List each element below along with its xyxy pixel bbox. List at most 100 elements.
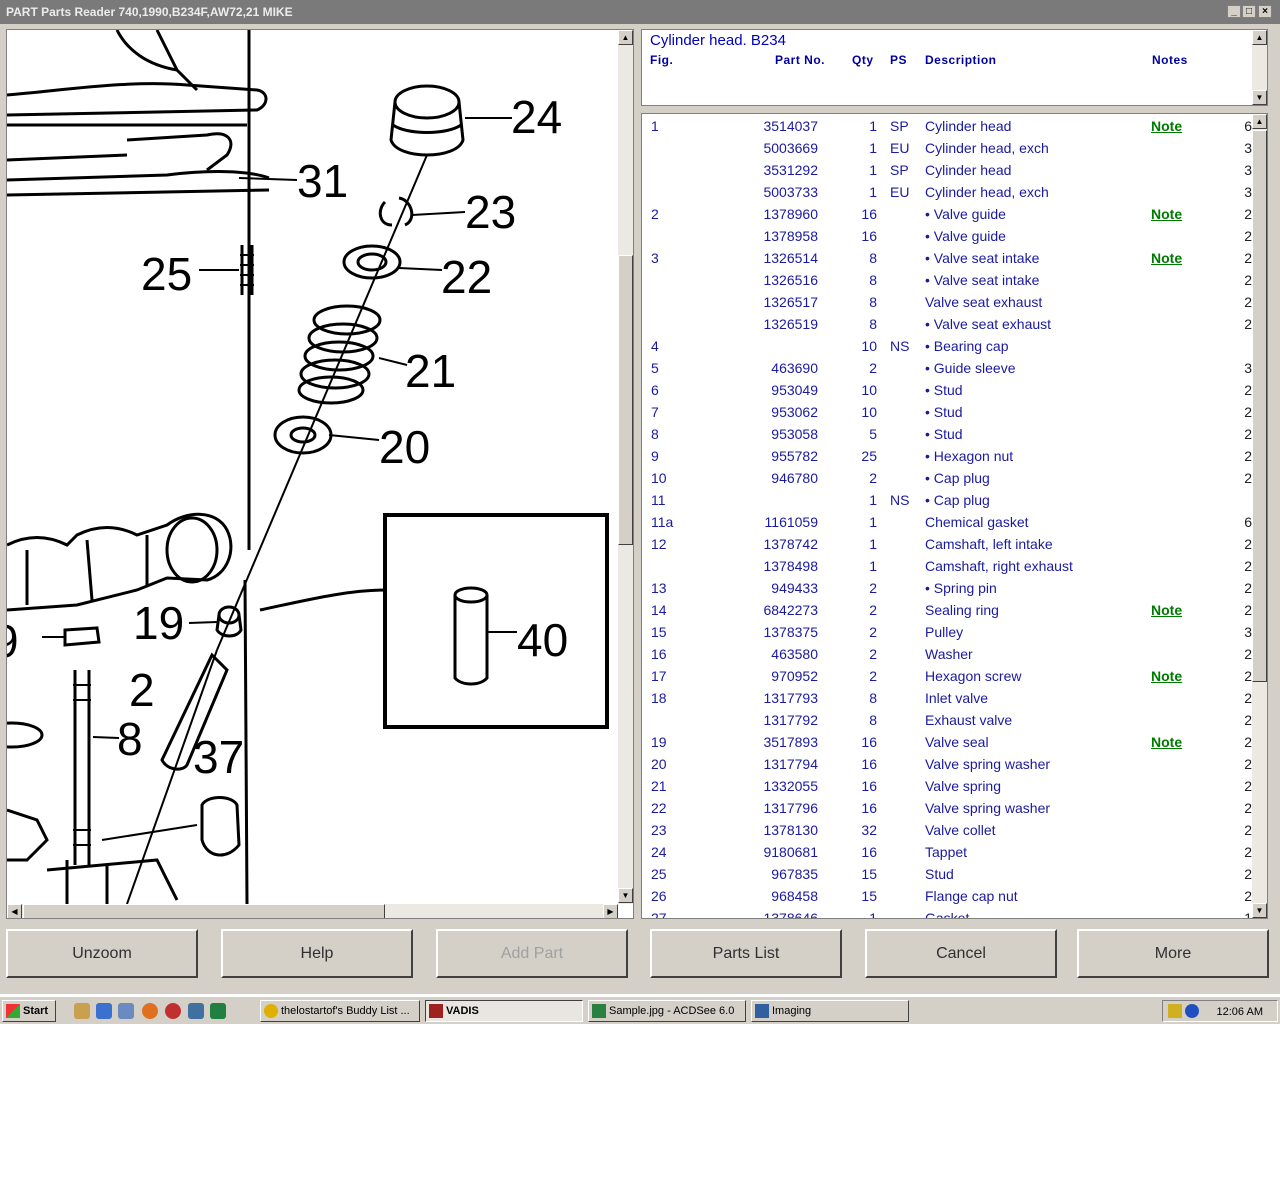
exploded-diagram-pane[interactable]: 24 31 23 25 22 21 20 19 40 2 8 37 9 ▲ ▼ … (6, 29, 634, 919)
scroll-up-icon[interactable]: ▲ (1252, 114, 1267, 129)
tray-messenger-icon[interactable] (1185, 1004, 1199, 1018)
cancel-button[interactable]: Cancel (865, 929, 1057, 978)
table-row[interactable]: 1378498 1 Camshaft, right exhaust 2 (642, 554, 1252, 576)
cell-extra: 2 (1244, 690, 1252, 706)
table-row[interactable]: 4 10 NS • Bearing cap (642, 334, 1252, 356)
cell-fig: 18 (651, 690, 667, 706)
task-vadis[interactable]: VADIS (425, 1000, 583, 1022)
more-button[interactable]: More (1077, 929, 1269, 978)
firefox-icon[interactable] (142, 1003, 158, 1019)
table-row[interactable]: 1326517 8 Valve seat exhaust 2 (642, 290, 1252, 312)
terminal-icon[interactable] (210, 1003, 226, 1019)
internet-explorer-icon[interactable] (96, 1003, 112, 1019)
scroll-thumb-horizontal[interactable] (23, 904, 385, 918)
scroll-up-icon[interactable]: ▲ (618, 30, 633, 45)
note-link[interactable]: Note (1151, 206, 1182, 222)
task-buddy-list[interactable]: thelostartof's Buddy List ... (260, 1000, 420, 1022)
task-imaging[interactable]: Imaging (751, 1000, 909, 1022)
table-row[interactable]: 5 463690 2 • Guide sleeve 3 (642, 356, 1252, 378)
network-icon[interactable] (188, 1003, 204, 1019)
table-row[interactable]: 25 967835 15 Stud 2 (642, 862, 1252, 884)
media-icon[interactable] (165, 1003, 181, 1019)
add-part-button[interactable]: Add Part (436, 929, 628, 978)
scroll-down-icon[interactable]: ▼ (1252, 90, 1267, 105)
cell-description: Flange cap nut (925, 888, 1018, 904)
table-row[interactable]: 6 953049 10 • Stud 2 (642, 378, 1252, 400)
help-button[interactable]: Help (221, 929, 413, 978)
cell-description: Cylinder head, exch (925, 140, 1049, 156)
table-row[interactable]: 23 1378130 32 Valve collet 2 (642, 818, 1252, 840)
scroll-left-icon[interactable]: ◀ (7, 904, 22, 918)
tray-app-icon[interactable] (1168, 1004, 1182, 1018)
parts-list-pane[interactable]: 1 3514037 1 SP Cylinder head Note 6 5003669 1 EU C… (641, 113, 1268, 919)
diagram-vertical-scrollbar[interactable]: ▲ ▼ (618, 30, 633, 904)
table-row[interactable]: 18 1317793 8 Inlet valve 2 (642, 686, 1252, 708)
minimize-button[interactable]: _ (1227, 5, 1241, 18)
cell-fig: 19 (651, 734, 667, 750)
cell-description: • Guide sleeve (925, 360, 1016, 376)
cell-part-no: 1378498 (763, 558, 818, 574)
table-row[interactable]: 1378958 16 • Valve guide 2 (642, 224, 1252, 246)
table-row[interactable]: 27 1378646 1 Gasket 1 (642, 906, 1252, 918)
header-scrollbar[interactable]: ▲ ▼ (1252, 30, 1267, 105)
scroll-down-icon[interactable]: ▼ (618, 888, 633, 903)
table-row[interactable]: 22 1317796 16 Valve spring washer 2 (642, 796, 1252, 818)
table-row[interactable]: 12 1378742 1 Camshaft, left intake 2 (642, 532, 1252, 554)
table-row[interactable]: 20 1317794 16 Valve spring washer 2 (642, 752, 1252, 774)
show-desktop-icon[interactable] (74, 1003, 90, 1019)
table-row[interactable]: 5003669 1 EU Cylinder head, exch 3 (642, 136, 1252, 158)
table-row[interactable]: 8 953058 5 • Stud 2 (642, 422, 1252, 444)
diagram-horizontal-scrollbar[interactable]: ◀ ▶ (7, 904, 618, 918)
table-row[interactable]: 3531292 1 SP Cylinder head 3 (642, 158, 1252, 180)
outlook-icon[interactable] (118, 1003, 134, 1019)
table-row[interactable]: 2 1378960 16 • Valve guide Note 2 (642, 202, 1252, 224)
maximize-button[interactable]: □ (1242, 5, 1256, 18)
table-row[interactable]: 1317792 8 Exhaust valve 2 (642, 708, 1252, 730)
note-link[interactable]: Note (1151, 250, 1182, 266)
scroll-thumb[interactable] (618, 255, 633, 545)
table-row[interactable]: 26 968458 15 Flange cap nut 2 (642, 884, 1252, 906)
parts-list-scrollbar[interactable]: ▲ ▼ (1252, 114, 1267, 918)
table-row[interactable]: 11a 1161059 1 Chemical gasket 6 (642, 510, 1252, 532)
table-row[interactable]: 11 1 NS • Cap plug (642, 488, 1252, 510)
table-row[interactable]: 19 3517893 16 Valve seal Note 2 (642, 730, 1252, 752)
cell-extra: 2 (1244, 646, 1252, 662)
note-link[interactable]: Note (1151, 734, 1182, 750)
unzoom-button[interactable]: Unzoom (6, 929, 198, 978)
note-link[interactable]: Note (1151, 668, 1182, 684)
column-header-notes: Notes (1152, 53, 1188, 67)
table-row[interactable]: 10 946780 2 • Cap plug 2 (642, 466, 1252, 488)
cell-fig: 23 (651, 822, 667, 838)
cell-qty: 16 (861, 800, 877, 816)
table-row[interactable]: 9 955782 25 • Hexagon nut 2 (642, 444, 1252, 466)
scroll-down-icon[interactable]: ▼ (1252, 903, 1267, 918)
cell-part-no: 1378130 (763, 822, 818, 838)
table-row[interactable]: 1326516 8 • Valve seat intake 2 (642, 268, 1252, 290)
table-row[interactable]: 1326519 8 • Valve seat exhaust 2 (642, 312, 1252, 334)
cell-extra: 6 (1244, 118, 1252, 134)
table-row[interactable]: 16 463580 2 Washer 2 (642, 642, 1252, 664)
cell-extra: 2 (1244, 426, 1252, 442)
table-row[interactable]: 3 1326514 8 • Valve seat intake Note 2 (642, 246, 1252, 268)
table-row[interactable]: 1 3514037 1 SP Cylinder head Note 6 (642, 114, 1252, 136)
table-row[interactable]: 24 9180681 16 Tappet 2 (642, 840, 1252, 862)
close-button[interactable]: × (1258, 5, 1272, 18)
parts-list-button[interactable]: Parts List (650, 929, 842, 978)
cell-qty: 1 (869, 140, 877, 156)
table-row[interactable]: 13 949433 2 • Spring pin 2 (642, 576, 1252, 598)
table-row[interactable]: 21 1332055 16 Valve spring 2 (642, 774, 1252, 796)
cell-qty: 8 (869, 690, 877, 706)
note-link[interactable]: Note (1151, 602, 1182, 618)
table-row[interactable]: 7 953062 10 • Stud 2 (642, 400, 1252, 422)
table-row[interactable]: 5003733 1 EU Cylinder head, exch 3 (642, 180, 1252, 202)
cell-description: • Stud (925, 404, 963, 420)
table-row[interactable]: 17 970952 2 Hexagon screw Note 2 (642, 664, 1252, 686)
note-link[interactable]: Note (1151, 118, 1182, 134)
table-row[interactable]: 15 1378375 2 Pulley 3 (642, 620, 1252, 642)
scroll-thumb[interactable] (1252, 130, 1267, 682)
start-button[interactable]: Start (2, 1000, 56, 1022)
table-row[interactable]: 14 6842273 2 Sealing ring Note 2 (642, 598, 1252, 620)
task-acdsee[interactable]: Sample.jpg - ACDSee 6.0 (588, 1000, 746, 1022)
scroll-up-icon[interactable]: ▲ (1252, 30, 1267, 45)
scroll-right-icon[interactable]: ▶ (603, 904, 618, 918)
